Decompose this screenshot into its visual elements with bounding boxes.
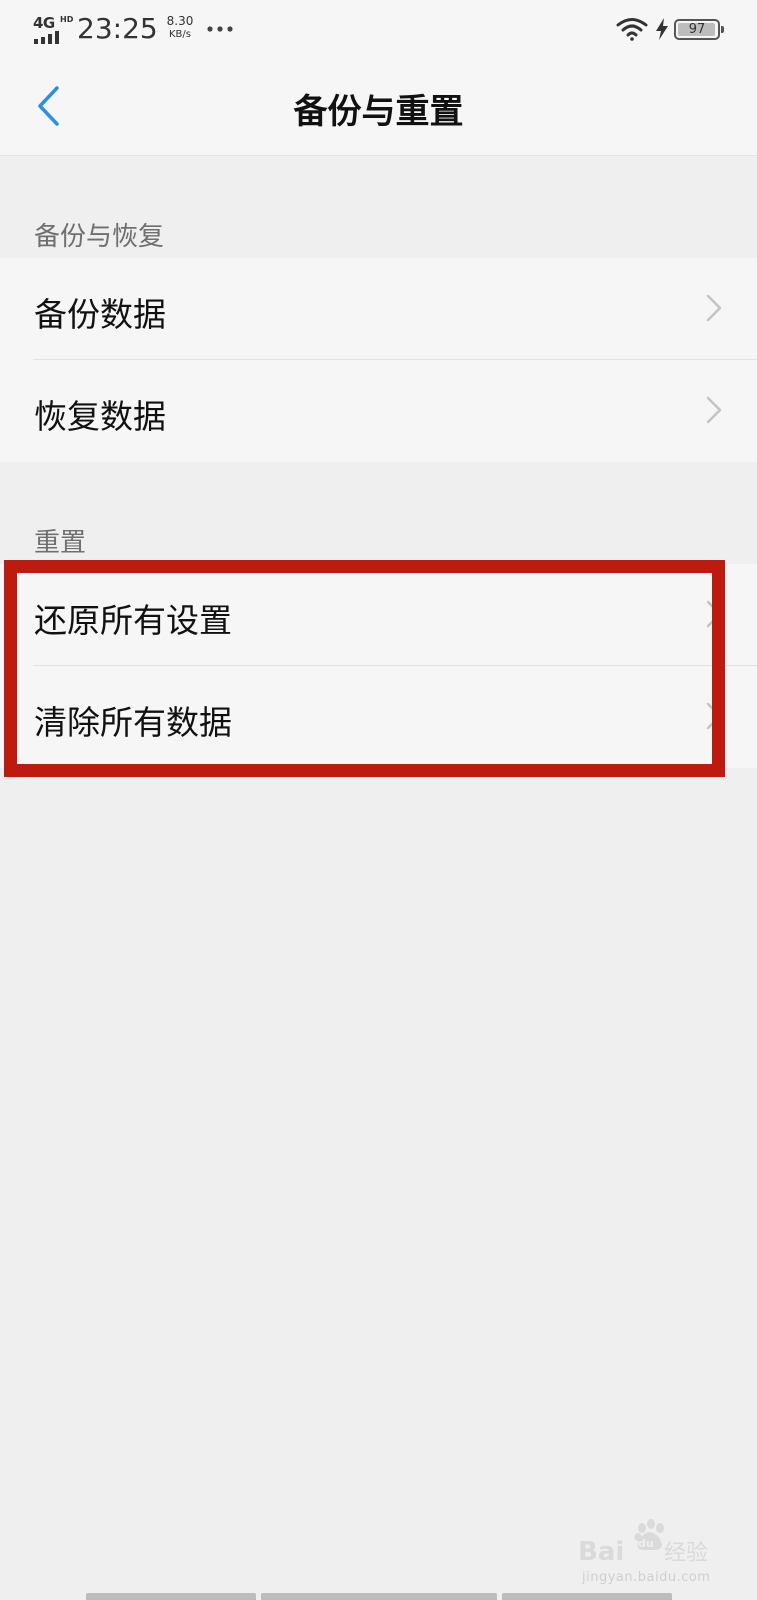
network-speed-unit: KB/s: [169, 29, 191, 40]
list-item-backup-data[interactable]: 备份数据: [0, 258, 757, 360]
nav-hint-bar: [86, 1593, 256, 1600]
charging-icon: [656, 18, 668, 40]
chevron-right-icon: [706, 396, 722, 424]
nav-hint-bar: [261, 1593, 497, 1600]
signal-bars-icon: [34, 31, 59, 44]
list-item-label: 清除所有数据: [34, 703, 232, 742]
chevron-right-icon: [706, 702, 722, 730]
reset-group: 还原所有设置 清除所有数据: [0, 564, 757, 768]
watermark-url: jingyan.baidu.com: [582, 1570, 711, 1585]
list-item-erase-all-data[interactable]: 清除所有数据: [0, 666, 757, 768]
chevron-right-icon: [706, 600, 722, 628]
signal-indicator: 4G HD: [33, 14, 73, 44]
list-item-restore-data[interactable]: 恢复数据: [0, 360, 757, 462]
network-type-label: 4G: [33, 14, 55, 32]
svg-text:du: du: [638, 1537, 654, 1550]
svg-text:经验: 经验: [664, 1541, 708, 1566]
status-bar: 4G HD 23:25 8.30 KB/s 97: [0, 0, 757, 60]
nav-hint-bar: [502, 1593, 672, 1600]
chevron-right-icon: [706, 294, 722, 322]
list-item-reset-all-settings[interactable]: 还原所有设置: [0, 564, 757, 666]
list-item-label: 恢复数据: [34, 397, 166, 436]
battery-level: 97: [688, 22, 706, 37]
list-item-label: 备份数据: [34, 295, 166, 334]
network-speed-value: 8.30: [166, 14, 194, 28]
page-title: 备份与重置: [293, 92, 464, 132]
wifi-icon: [616, 18, 648, 41]
section-header-backup-restore: 备份与恢复: [34, 222, 165, 252]
backup-restore-group: 备份数据 恢复数据: [0, 258, 757, 462]
baidu-watermark: Bai 经验 du jingyan.baidu.com: [578, 1518, 728, 1588]
list-item-label: 还原所有设置: [34, 601, 232, 640]
svg-text:Bai: Bai: [578, 1537, 624, 1567]
more-notifications-icon: [207, 26, 233, 32]
section-header-reset: 重置: [34, 528, 87, 558]
battery-icon: 97: [674, 19, 724, 40]
network-speed: 8.30 KB/s: [160, 14, 200, 42]
baidu-jingyan-logo: Bai 经验 du: [578, 1519, 708, 1567]
title-bar: 备份与重置: [0, 60, 757, 156]
clock: 23:25: [77, 12, 158, 45]
hd-badge: HD: [60, 15, 74, 24]
